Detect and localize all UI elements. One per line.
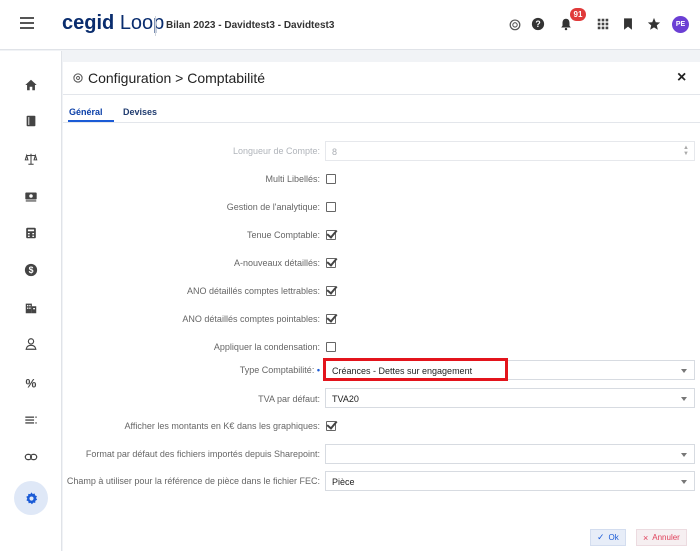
- svg-text:%: %: [26, 376, 37, 390]
- champ-fec-label: Champ à utiliser pour la référence de pi…: [66, 476, 320, 486]
- money-icon[interactable]: [23, 188, 39, 204]
- format-sharepoint-select[interactable]: [325, 444, 695, 464]
- percent-icon[interactable]: %: [23, 375, 39, 391]
- chevron-down-icon: [681, 369, 687, 373]
- list-icon[interactable]: [23, 412, 39, 428]
- cancel-button[interactable]: × Annuler: [636, 529, 687, 546]
- panel-header: Configuration > Comptabilité ×: [63, 62, 700, 95]
- ano-pointables-label: ANO détaillés comptes pointables:: [182, 314, 320, 324]
- balance-scale-icon[interactable]: [23, 151, 39, 167]
- bookmark-icon[interactable]: [620, 16, 636, 32]
- configuration-panel: Configuration > Comptabilité × Général D…: [63, 62, 700, 551]
- tva-select[interactable]: TVA20: [325, 388, 695, 408]
- analytique-label: Gestion de l'analytique:: [226, 202, 320, 212]
- anouveaux-label: A-nouveaux détaillés:: [233, 258, 320, 268]
- document-title: Bilan 2023 - Davidtest3 - Davidtest3: [166, 20, 335, 31]
- tenue-comptable-checkbox[interactable]: [326, 230, 336, 240]
- condensation-checkbox[interactable]: [326, 342, 336, 352]
- chevron-down-icon: [681, 453, 687, 457]
- svg-text:?: ?: [535, 19, 540, 29]
- sidebar: $ %: [0, 51, 62, 551]
- chevron-down-icon: [681, 480, 687, 484]
- settings-icon: [73, 73, 83, 83]
- calculator-icon[interactable]: [23, 225, 39, 241]
- analytique-checkbox[interactable]: [326, 202, 336, 212]
- close-icon: ×: [643, 532, 649, 543]
- divider: [155, 16, 156, 36]
- close-icon[interactable]: ×: [677, 69, 686, 87]
- longueur-compte-label: Longueur de Compte:: [232, 146, 320, 156]
- gear-icon: [25, 491, 37, 504]
- chevron-down-icon: [681, 397, 687, 401]
- tva-label: TVA par défaut:: [258, 394, 320, 404]
- user-avatar[interactable]: PE: [672, 16, 689, 33]
- star-icon[interactable]: [646, 16, 662, 32]
- longueur-compte-field: 8 ▲ ▼: [325, 141, 695, 161]
- highlight-box: [323, 358, 508, 381]
- user-icon[interactable]: [23, 336, 39, 352]
- check-icon: ✓: [597, 532, 605, 542]
- multi-libelles-label: Multi Libellés:: [265, 174, 320, 184]
- multi-libelles-checkbox[interactable]: [326, 174, 336, 184]
- top-bar: cegid Loop Bilan 2023 - Davidtest3 - Dav…: [0, 0, 700, 50]
- apps-grid-icon[interactable]: [595, 16, 611, 32]
- panel-title: Configuration > Comptabilité: [88, 70, 266, 86]
- ok-button[interactable]: ✓ Ok: [590, 529, 626, 546]
- help-icon[interactable]: ?: [530, 16, 546, 32]
- dollar-icon[interactable]: $: [23, 262, 39, 278]
- format-sharepoint-label: Format par défaut des fichiers importés …: [85, 449, 320, 459]
- afficher-k-label: Afficher les montants en K€ dans les gra…: [124, 421, 320, 431]
- stepper-icon: ▲ ▼: [683, 145, 689, 157]
- afficher-k-checkbox[interactable]: [326, 421, 336, 431]
- ano-pointables-checkbox[interactable]: [326, 314, 336, 324]
- tab-general[interactable]: Général: [69, 107, 103, 117]
- type-comptabilite-label: Type Comptabilité: •: [239, 365, 320, 375]
- svg-text:$: $: [29, 265, 34, 275]
- condensation-label: Appliquer la condensation:: [213, 342, 320, 352]
- ano-lettrables-checkbox[interactable]: [326, 286, 336, 296]
- building-icon[interactable]: [23, 300, 39, 316]
- home-icon[interactable]: [23, 77, 39, 93]
- tenue-comptable-label: Tenue Comptable:: [246, 230, 320, 240]
- menu-icon[interactable]: [20, 17, 34, 29]
- app-logo[interactable]: cegid Loop: [62, 12, 164, 35]
- anouveaux-checkbox[interactable]: [326, 258, 336, 268]
- tab-devises[interactable]: Devises: [123, 107, 157, 117]
- settings-nav-item[interactable]: [14, 481, 48, 515]
- link-icon[interactable]: [23, 449, 39, 465]
- ano-lettrables-label: ANO détaillés comptes lettrables:: [186, 286, 320, 296]
- book-icon[interactable]: [23, 113, 39, 129]
- tab-bar: Général Devises: [63, 95, 700, 123]
- champ-fec-select[interactable]: Pièce: [325, 471, 695, 491]
- notification-badge: 91: [570, 8, 586, 21]
- active-tab-indicator: [68, 120, 114, 122]
- ai-assistant-icon[interactable]: [507, 16, 523, 32]
